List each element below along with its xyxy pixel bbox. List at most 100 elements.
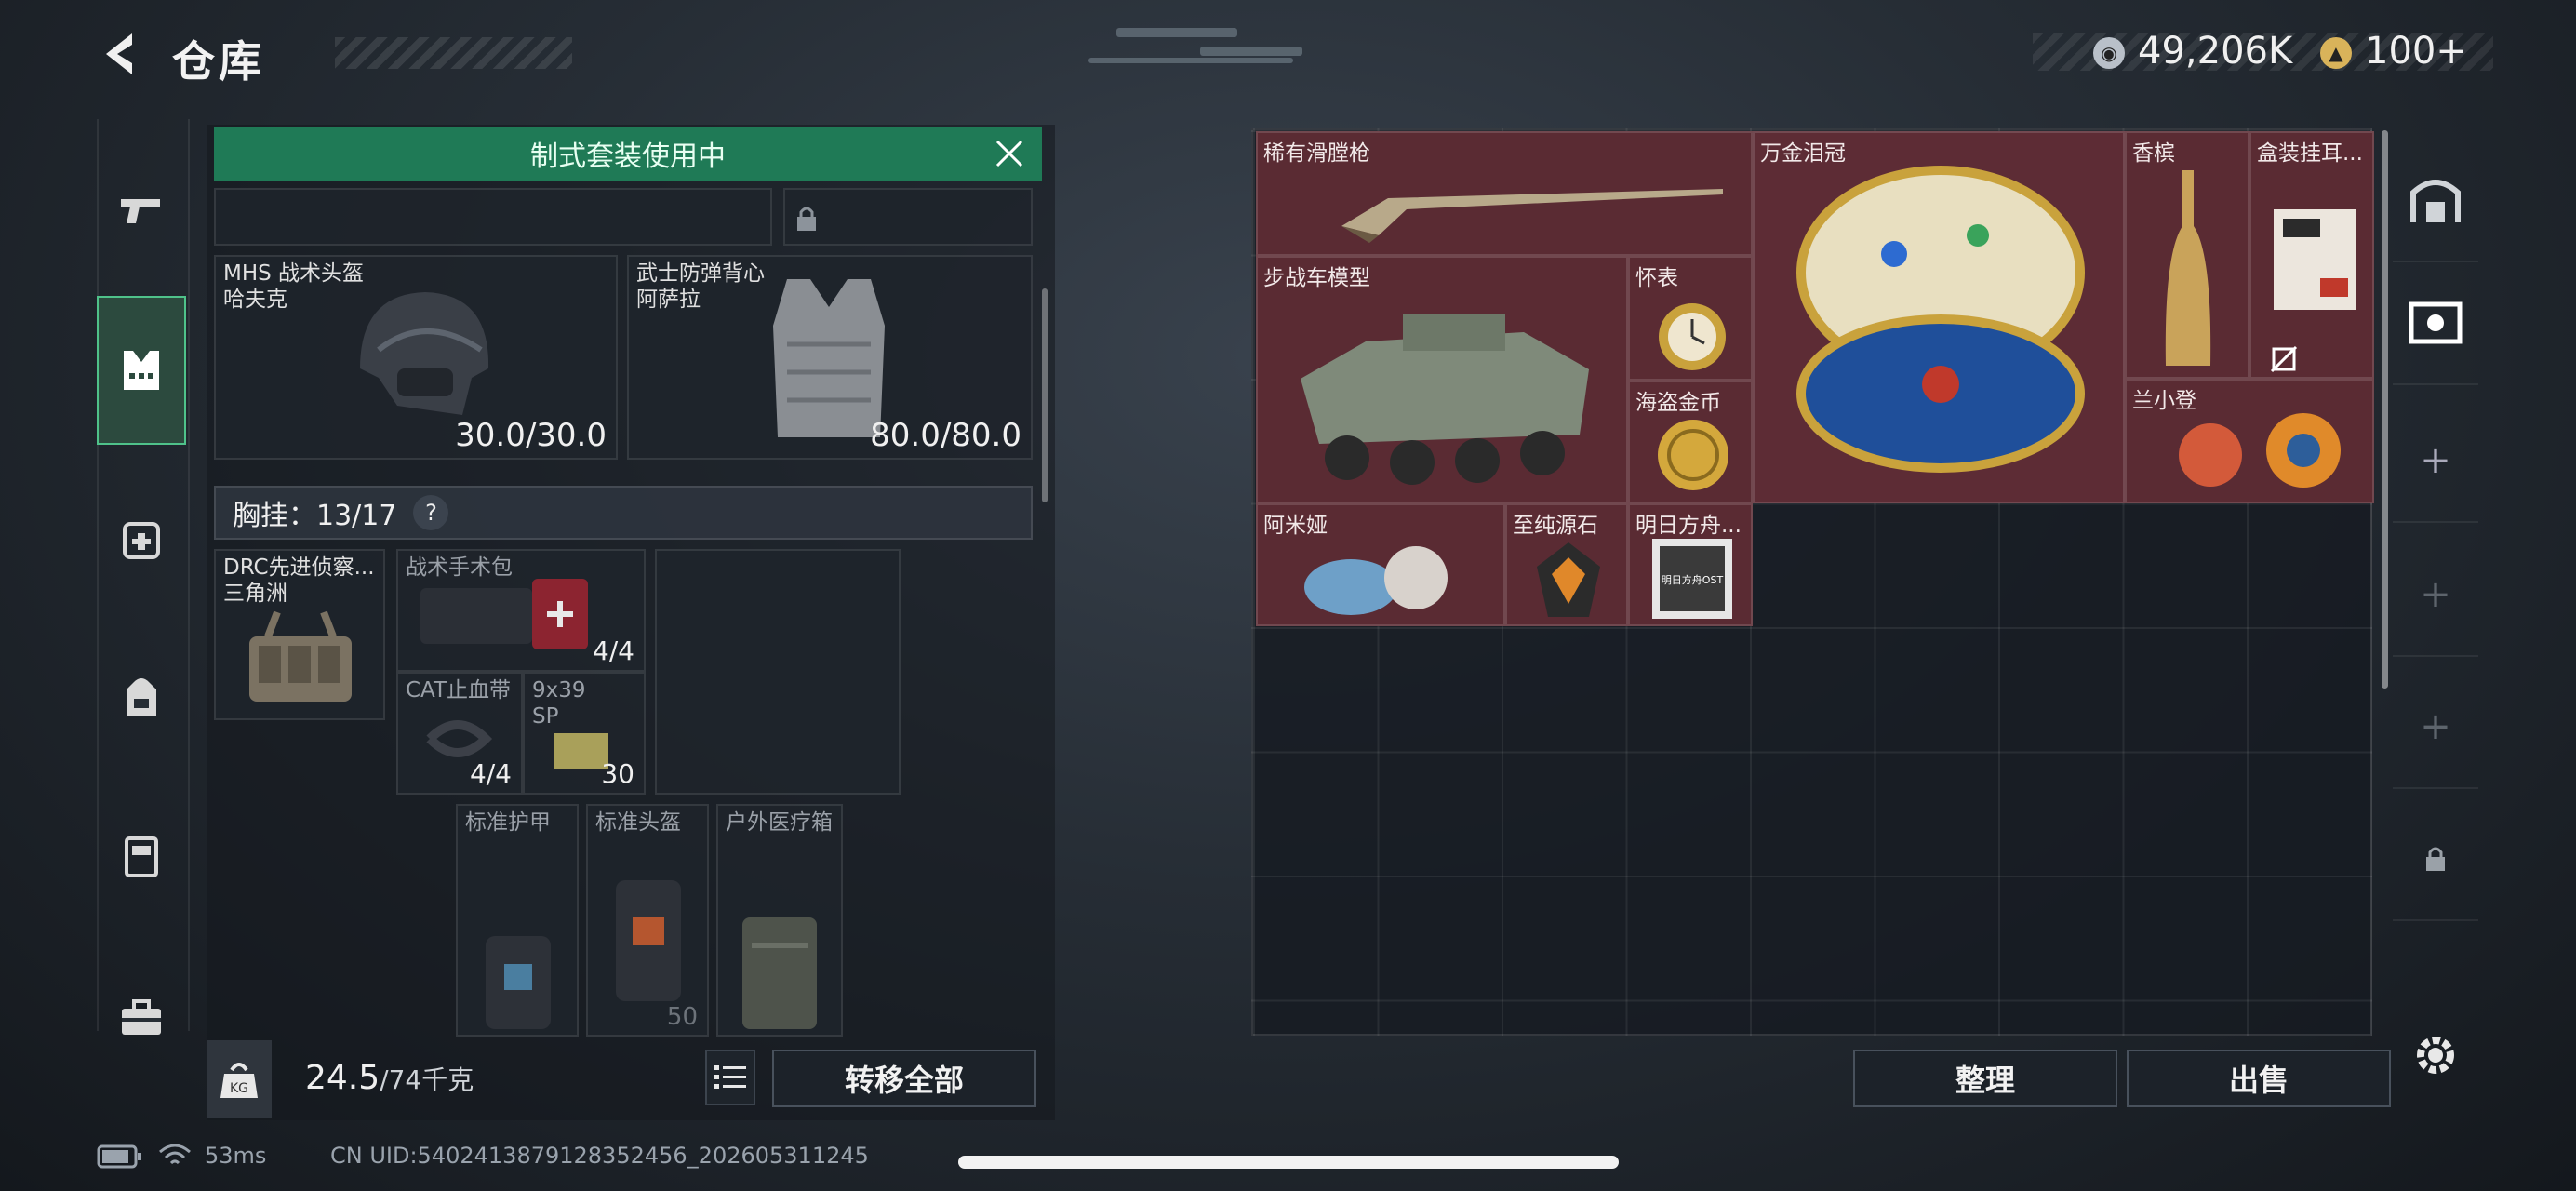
warehouse-item-figure[interactable]: 阿米娅 xyxy=(1256,503,1505,626)
outdoor-medkit-slot[interactable]: 户外医疗箱 xyxy=(716,804,843,1037)
warehouse-item-coffee-box[interactable]: 盒装挂耳... xyxy=(2249,131,2374,379)
rail-toolbox[interactable] xyxy=(97,973,186,1063)
tab-storage[interactable] xyxy=(2393,140,2478,262)
rig-slot-empty[interactable] xyxy=(655,549,901,795)
wifi-icon xyxy=(158,1143,192,1174)
rig-slot-ammo[interactable]: 9x39 SP 30 xyxy=(523,672,646,795)
back-arrow-icon xyxy=(106,33,132,74)
rail-medical[interactable] xyxy=(97,493,186,582)
sell-button[interactable]: 出售 xyxy=(2127,1050,2391,1107)
standard-armor-slot[interactable]: 标准护甲 xyxy=(456,804,579,1037)
rig-slot-tourniquet-count: 4/4 xyxy=(469,758,512,789)
warehouse-item-jeweled-egg[interactable]: 万金泪冠 xyxy=(1753,131,2125,503)
warehouse-item-vehicle-model[interactable]: 步战车模型 xyxy=(1256,256,1628,503)
help-icon[interactable]: ? xyxy=(413,495,449,530)
helmet-box-icon xyxy=(616,880,681,1001)
armor-durability: 80.0/80.0 xyxy=(870,417,1021,454)
ceiling-light xyxy=(1200,47,1302,56)
warehouse-item-album[interactable]: 明日方舟... 明日方舟OST xyxy=(1628,503,1753,626)
standard-armor-name: 标准护甲 xyxy=(465,810,551,835)
rig-slot-medkit[interactable]: 战术手术包 4/4 xyxy=(396,549,646,672)
lock-icon xyxy=(797,207,816,231)
rig-slot-tourniquet[interactable]: CAT止血带 4/4 xyxy=(396,672,523,795)
rig-name: DRC先进侦察... 三角洲 xyxy=(223,555,375,606)
ping-text: 53ms xyxy=(205,1143,267,1169)
standard-helmet-name: 标准头盔 xyxy=(595,810,681,835)
toolbox-icon xyxy=(122,999,161,1035)
suit-banner-text: 制式套装使用中 xyxy=(530,141,726,173)
rig-slot[interactable]: DRC先进侦察... 三角洲 xyxy=(214,549,385,720)
warehouse-scrollbar[interactable] xyxy=(2382,130,2388,689)
back-button[interactable] xyxy=(93,26,149,82)
lock-icon xyxy=(2426,847,2445,871)
rail-backpack[interactable] xyxy=(97,651,186,741)
page-title: 仓库 xyxy=(172,36,265,87)
title-decoration xyxy=(335,37,572,69)
chest-rig-header: 胸挂：13/17 ? xyxy=(214,486,1033,540)
rail-container[interactable] xyxy=(97,811,186,901)
home-indicator[interactable] xyxy=(958,1156,1619,1169)
loadout-scrollbar[interactable] xyxy=(1042,288,1048,502)
svg-text:明日方舟OST: 明日方舟OST xyxy=(1662,573,1724,586)
rig-slot-medkit-name: 战术手术包 xyxy=(406,555,513,580)
case-icon xyxy=(125,836,158,877)
weight-icon: KG xyxy=(207,1040,272,1118)
battery-icon xyxy=(97,1144,143,1172)
coffee-box-icon xyxy=(2274,209,2356,310)
medkit-icon xyxy=(123,522,160,559)
coins-amount: 49,206K xyxy=(2138,30,2293,73)
warehouse-item-crystal[interactable]: 至纯源石 xyxy=(1505,503,1628,626)
standard-helmet-slot[interactable]: 标准头盔 50 xyxy=(586,804,709,1037)
crystal-icon xyxy=(1537,542,1600,617)
slot-empty[interactable] xyxy=(214,188,772,246)
sort-button[interactable]: 整理 xyxy=(1853,1050,2117,1107)
standard-helmet-extra: 50 xyxy=(666,1003,698,1031)
tab-display[interactable] xyxy=(2393,262,2478,385)
ceiling-light xyxy=(1116,28,1237,37)
ceiling-light xyxy=(1088,58,1293,63)
transfer-all-button[interactable]: 转移全部 xyxy=(772,1050,1036,1107)
helmet-icon xyxy=(360,292,489,415)
warehouse-item-gold-coin[interactable]: 海盗金币 xyxy=(1628,381,1753,503)
rig-slot-ammo-count: 30 xyxy=(601,758,634,789)
album-icon: 明日方舟OST xyxy=(1652,539,1732,619)
rail-weapons[interactable] xyxy=(97,166,186,255)
warehouse-item-champagne[interactable]: 香槟 xyxy=(2125,131,2249,379)
rail-equipment[interactable] xyxy=(97,296,186,445)
backpack-icon xyxy=(127,678,156,716)
settings-button[interactable] xyxy=(2409,1029,2462,1085)
champagne-icon xyxy=(2165,170,2211,366)
locked-tab xyxy=(2393,798,2478,921)
add-tab-button[interactable]: + xyxy=(2393,534,2478,657)
medical-box-icon xyxy=(742,917,817,1029)
figure-icon xyxy=(1304,546,1448,615)
warehouse-item-toy-figure[interactable]: 兰小登 xyxy=(2125,379,2374,503)
uid-text: CN UID:5402413879128352456_202605311245 xyxy=(330,1143,869,1169)
warehouse-item-musket[interactable]: 稀有滑膛枪 xyxy=(1256,131,1753,256)
gun-icon xyxy=(121,199,160,223)
armor-name: 武士防弹背心 阿萨拉 xyxy=(636,261,765,312)
warehouse-icon xyxy=(2410,180,2461,222)
rig-slot-ammo-name: 9x39 SP xyxy=(532,678,586,729)
gold-token-icon: ▲ xyxy=(2320,37,2352,69)
showcase-icon xyxy=(2409,301,2463,344)
musket-icon xyxy=(1341,189,1723,243)
no-trade-icon xyxy=(2270,345,2298,373)
list-view-button[interactable] xyxy=(705,1050,755,1105)
silver-coin-icon: ◉ xyxy=(2093,37,2125,69)
close-banner-button[interactable] xyxy=(992,136,1027,171)
carry-weight: 24.5/74千克 xyxy=(305,1059,474,1097)
helmet-slot[interactable]: MHS 战术头盔 哈夫克 30.0/30.0 xyxy=(214,255,618,460)
svg-text:KG: KG xyxy=(230,1081,248,1096)
toy-figure-icon xyxy=(2179,413,2341,488)
gear-icon xyxy=(2417,1037,2454,1074)
armor-slot[interactable]: 武士防弹背心 阿萨拉 80.0/80.0 xyxy=(627,255,1033,460)
add-tab-button[interactable]: + xyxy=(2393,400,2478,523)
jeweled-egg-icon xyxy=(1796,166,2085,473)
warehouse-item-pocket-watch[interactable]: 怀表 xyxy=(1628,256,1753,381)
outdoor-medkit-name: 户外医疗箱 xyxy=(726,810,833,835)
list-icon xyxy=(714,1065,746,1089)
surgical-kit-icon xyxy=(420,579,588,649)
add-tab-button[interactable]: + xyxy=(2393,666,2478,789)
rig-slot-medkit-count: 4/4 xyxy=(592,636,634,666)
